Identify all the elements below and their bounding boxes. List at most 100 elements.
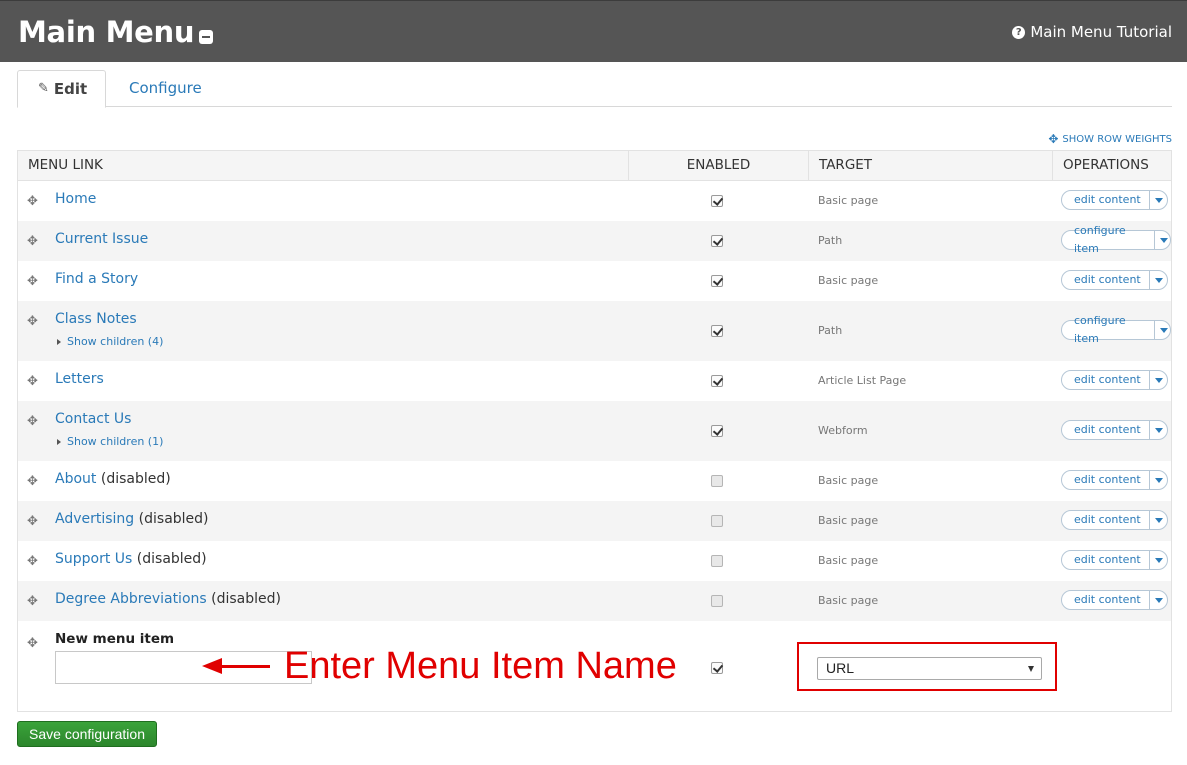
target-type: Basic page [818,474,879,487]
chevron-down-icon[interactable] [1153,231,1170,249]
operation-action[interactable]: configure item [1062,222,1154,258]
table-row: ✥ Contact Us Show children (1) Webform edit … [18,401,1171,461]
save-configuration-button[interactable]: Save configuration [17,721,157,747]
enabled-checkbox[interactable] [711,595,723,607]
caret-right-icon [57,438,61,445]
menu-link-cell: Contact Us [55,411,131,427]
chevron-down-icon[interactable] [1148,591,1167,609]
operation-action[interactable]: edit content [1062,271,1149,289]
menu-link-cell: Class Notes [55,311,137,327]
menu-link[interactable]: About [55,471,96,487]
drag-handle-icon[interactable]: ✥ [27,314,39,327]
menu-link[interactable]: Advertising [55,511,134,527]
operation-action[interactable]: edit content [1062,591,1149,609]
operations-dropbutton[interactable]: edit content [1061,470,1168,490]
target-type: Path [818,234,843,247]
tab-edit[interactable]: ✎ Edit [17,70,106,108]
drag-handle-icon[interactable]: ✥ [27,636,39,649]
annotation-highlight-box [797,642,1057,691]
operation-action[interactable]: edit content [1062,551,1149,569]
drag-handle-icon[interactable]: ✥ [27,474,39,487]
operations-dropbutton[interactable]: edit content [1061,370,1168,390]
enabled-checkbox[interactable] [711,325,723,337]
operations-dropbutton[interactable]: edit content [1061,270,1168,290]
disabled-label: (disabled) [100,471,171,487]
tab-edit-label: Edit [53,80,88,98]
operations-dropbutton[interactable]: edit content [1061,420,1168,440]
chevron-down-icon[interactable] [1148,191,1167,209]
target-type: Basic page [818,514,879,527]
drag-handle-icon[interactable]: ✥ [27,414,39,427]
menu-link-cell: Support Us (disabled) [55,551,207,567]
tab-bar: ✎ Edit Configure [17,70,1172,108]
new-menu-item-input[interactable] [55,651,312,684]
operation-action[interactable]: edit content [1062,371,1149,389]
column-header-enabled: ENABLED [628,151,808,180]
enabled-checkbox[interactable] [711,475,723,487]
menu-link[interactable]: Current Issue [55,231,148,247]
operation-action[interactable]: edit content [1062,421,1149,439]
table-body: ✥ Home Basic page edit content ✥ Current Issu… [18,181,1171,621]
new-item-enabled-checkbox[interactable] [711,662,723,674]
operations-dropbutton[interactable]: configure item [1061,314,1171,345]
menu-link[interactable]: Home [55,191,96,207]
operation-action[interactable]: edit content [1062,511,1149,529]
operations-dropbutton[interactable]: edit content [1061,510,1168,530]
chevron-down-icon[interactable] [1153,321,1170,339]
show-children-link[interactable]: Show children (1) [57,435,163,448]
chevron-down-icon[interactable] [1148,551,1167,569]
tab-configure[interactable]: Configure [109,70,222,107]
page-title: Main Menu [18,15,195,49]
menu-link[interactable]: Class Notes [55,311,137,327]
menu-link[interactable]: Contact Us [55,411,131,427]
chevron-down-icon[interactable] [1148,421,1167,439]
enabled-checkbox[interactable] [711,555,723,567]
new-menu-item-label: New menu item [55,631,175,647]
show-children-link[interactable]: Show children (4) [57,335,163,348]
target-type: Basic page [818,594,879,607]
menu-link-cell: About (disabled) [55,471,171,487]
chevron-down-icon[interactable] [1148,271,1167,289]
show-children-label: Show children (4) [67,335,164,348]
enabled-checkbox[interactable] [711,275,723,287]
drag-handle-icon[interactable]: ✥ [27,274,39,287]
drag-handle-icon[interactable]: ✥ [27,194,39,207]
enabled-checkbox[interactable] [711,235,723,247]
table-header: MENU LINK ENABLED TARGET OPERATIONS [18,151,1171,181]
drag-handle-icon[interactable]: ✥ [27,234,39,247]
menu-link[interactable]: Find a Story [55,271,138,287]
column-header-operations: OPERATIONS [1052,151,1172,180]
menu-table: MENU LINK ENABLED TARGET OPERATIONS ✥ Hom… [17,150,1172,712]
drag-handle-icon[interactable]: ✥ [27,514,39,527]
show-row-weights-link[interactable]: ✥ SHOW ROW WEIGHTS [1048,132,1172,146]
chevron-down-icon[interactable] [1148,371,1167,389]
caret-right-icon [57,338,61,345]
drag-handle-icon[interactable]: ✥ [27,554,39,567]
annotation-arrow-line [212,665,270,668]
menu-link[interactable]: Support Us [55,551,132,567]
chevron-down-icon[interactable] [1148,471,1167,489]
enabled-checkbox[interactable] [711,515,723,527]
operations-dropbutton[interactable]: configure item [1061,224,1171,255]
operation-action[interactable]: configure item [1062,312,1154,348]
operations-dropbutton[interactable]: edit content [1061,190,1168,210]
table-row: ✥ Advertising (disabled) Basic page edit co… [18,501,1171,541]
tutorial-link[interactable]: ? Main Menu Tutorial [1012,23,1172,41]
chevron-down-icon[interactable] [1148,511,1167,529]
menu-link[interactable]: Degree Abbreviations [55,591,207,607]
show-row-weights-label: SHOW ROW WEIGHTS [1062,133,1172,145]
operations-dropbutton[interactable]: edit content [1061,550,1168,570]
operations-dropbutton[interactable]: edit content [1061,590,1168,610]
table-row: ✥ About (disabled) Basic page edit content [18,461,1171,501]
operation-action[interactable]: edit content [1062,191,1149,209]
enabled-checkbox[interactable] [711,425,723,437]
target-type: Basic page [818,194,879,207]
enabled-checkbox[interactable] [711,195,723,207]
enabled-checkbox[interactable] [711,375,723,387]
collapse-icon[interactable] [199,30,213,44]
operation-action[interactable]: edit content [1062,471,1149,489]
drag-handle-icon[interactable]: ✥ [27,374,39,387]
show-children-label: Show children (1) [67,435,164,448]
drag-handle-icon[interactable]: ✥ [27,594,39,607]
menu-link[interactable]: Letters [55,371,104,387]
